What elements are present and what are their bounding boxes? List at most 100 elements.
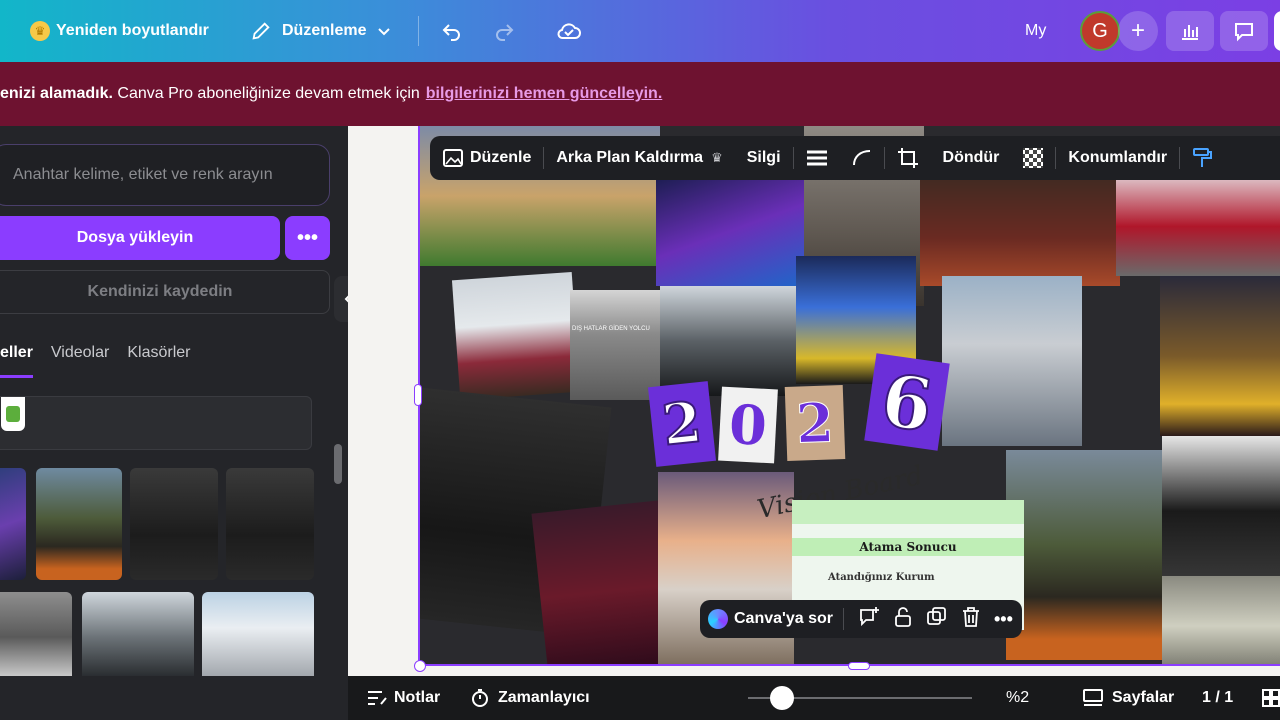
comment-plus-icon [860,606,879,626]
motorcycle-photo [1162,436,1280,586]
share-button[interactable] [1274,0,1280,62]
rotate-button[interactable]: Döndür [931,136,1012,180]
vision-board-design[interactable]: DIŞ HATLAR GİDEN YOLCU 2 0 2 6 Vision Bo… [418,126,1280,666]
rotate-label: Döndür [942,149,1000,166]
car-interior-photo [660,286,800,396]
year-digit-card: 6 [864,353,950,451]
paint-roller-icon [1193,148,1213,167]
plus-icon: + [1118,11,1158,51]
bg-remove-button[interactable]: Arka Plan Kaldırma ♛ [544,136,734,180]
resize-label: Yeniden boyutlandır [56,22,209,39]
banner-update-link[interactable]: bilgilerinizi hemen güncelleyin. [426,85,663,103]
zoom-level[interactable]: %2 [1006,676,1029,720]
undo-button[interactable] [440,0,464,62]
position-button[interactable]: Konumlandır [1056,136,1179,180]
add-collaborator-button[interactable]: + [1118,0,1158,62]
room-photo [920,166,1120,286]
search-input[interactable]: Anahtar kelime, etiket ve renk arayın [0,144,330,206]
airport-sign-text: DIŞ HATLAR GİDEN YOLCU [572,326,650,332]
line-style-button[interactable] [794,136,840,180]
timer-icon [472,689,488,707]
upload-thumbnail[interactable] [0,592,72,676]
payment-banner: enizi alamadık. Canva Pro aboneliğinize … [0,62,1280,126]
canvas-area: DIŞ HATLAR GİDEN YOLCU 2 0 2 6 Vision Bo… [348,126,1280,676]
floating-actions-bar: Canva'ya sor ••• [700,600,1022,638]
gaming-setup-photo [656,176,806,286]
assignment-row: Atandığınız Kurum [828,572,935,583]
notes-icon [368,691,387,705]
upload-thumbnail[interactable] [202,592,314,676]
grid-view-button[interactable] [1262,676,1280,720]
upload-thumbnail[interactable] [82,592,194,676]
shopify-upload-row[interactable] [0,396,312,450]
comments-button[interactable] [1220,0,1268,62]
lock-icon [895,606,911,627]
resize-handle[interactable] [848,662,870,670]
chevron-down-icon [378,28,391,36]
transparency-button[interactable] [1011,136,1055,180]
duplicate-icon [927,606,946,625]
edit-mode-button[interactable]: Düzenleme [250,0,392,62]
panel-footer [0,676,348,720]
crop-button[interactable] [885,136,931,180]
year-digit-card: 2 [647,381,717,467]
shopify-icon [1,397,25,431]
chart-icon [1166,11,1214,51]
zoom-slider[interactable] [748,676,972,720]
my-label[interactable]: My [1025,0,1046,62]
slider-thumb[interactable] [770,686,794,710]
comment-icon [1220,11,1268,51]
resize-button[interactable]: ♛ Yeniden boyutlandır [30,0,209,62]
tab-folders[interactable]: Klasörler [127,344,190,378]
duplicate-button[interactable] [920,606,954,633]
upload-thumbnail[interactable] [0,468,26,580]
more-actions-button[interactable]: ••• [988,609,1019,630]
position-label: Konumlandır [1068,149,1168,166]
money-photo [1162,576,1280,664]
tab-videos[interactable]: Videolar [51,344,109,378]
timer-button[interactable]: Zamanlayıcı [470,676,590,720]
insights-button[interactable] [1166,0,1214,62]
add-comment-button[interactable] [844,606,886,633]
lines-icon [806,150,827,166]
edit-image-button[interactable]: Düzenle [430,136,543,180]
delete-button[interactable] [954,606,988,633]
panel-scrollbar[interactable] [334,444,342,484]
redo-button[interactable] [492,0,516,62]
resize-handle[interactable] [414,384,422,406]
upload-thumbnail[interactable] [226,468,314,580]
car-photo [1116,166,1280,276]
eraser-button[interactable]: Silgi [735,136,793,180]
bg-remove-label: Arka Plan Kaldırma [556,149,704,166]
upload-thumbnail[interactable] [36,468,122,580]
banner-bold-text: enizi alamadık. [0,85,113,102]
paint-format-button[interactable] [1180,136,1226,180]
night-street-photo [1160,276,1280,436]
upload-thumbnail[interactable] [130,468,218,580]
crown-icon: ♛ [711,150,723,165]
pages-button[interactable]: Sayfalar [1082,676,1174,720]
undo-icon [442,24,460,41]
grid-icon [1262,689,1280,707]
transparency-icon [1023,148,1044,168]
corner-rounding-button[interactable] [840,136,884,180]
lock-button[interactable] [886,606,920,633]
airport-photo: DIŞ HATLAR GİDEN YOLCU [570,290,660,400]
more-options-button[interactable]: ••• [285,216,330,260]
save-status-button[interactable] [556,0,582,62]
ask-canva-button[interactable]: Canva'ya sor [700,609,843,629]
upload-file-button[interactable]: Dosya yükleyin [0,216,280,260]
cloud-check-icon [557,23,581,39]
edit-image-label: Düzenle [470,149,532,166]
uploads-tabs: eller Videolar Klasörler [0,344,208,378]
resize-handle[interactable] [414,660,426,672]
tab-images[interactable]: eller [0,344,33,378]
record-yourself-button[interactable]: Kendinizi kaydedin [0,270,330,314]
bottom-bar: Notlar Zamanlayıcı %2 Sayfalar 1 / 1 [348,676,1280,720]
crop-icon [897,148,918,168]
element-toolbar: Düzenle Arka Plan Kaldırma ♛ Silgi Döndü… [430,136,1280,180]
eraser-label: Silgi [746,149,781,166]
avatar[interactable]: G [1080,0,1120,62]
notes-button[interactable]: Notlar [366,676,440,720]
year-digit: 6 [875,355,938,448]
